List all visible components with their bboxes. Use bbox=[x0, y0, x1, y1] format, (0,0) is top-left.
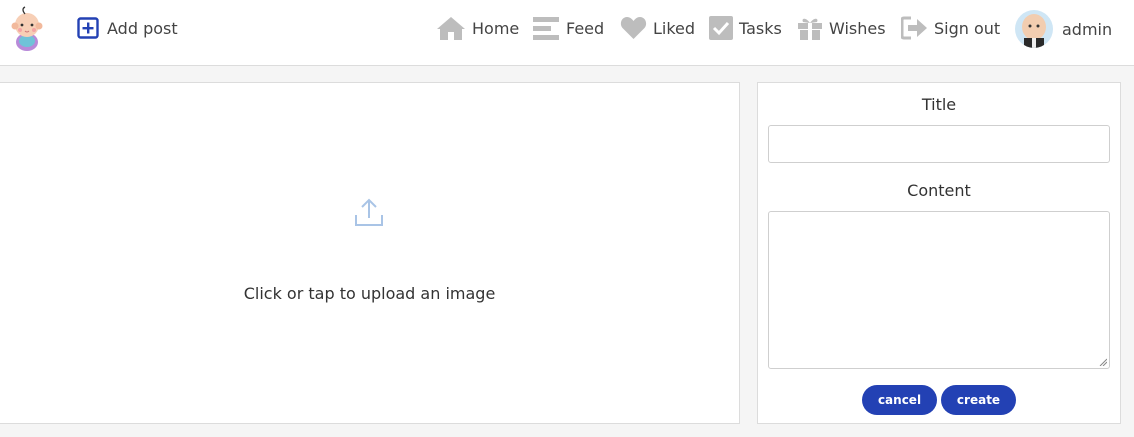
upload-prompt: Click or tap to upload an image bbox=[243, 284, 496, 303]
add-post-button[interactable]: Add post bbox=[77, 16, 178, 40]
heart-icon bbox=[620, 17, 647, 39]
home-icon bbox=[437, 17, 465, 40]
feed-icon bbox=[533, 17, 559, 40]
username: admin bbox=[1062, 19, 1113, 39]
content-label: Content bbox=[907, 181, 971, 200]
nav-tasks-label: Tasks bbox=[739, 18, 782, 38]
nav-sign-out-label: Sign out bbox=[934, 18, 1001, 38]
navbar: Add post Home Feed Liked Tasks Wishes Si… bbox=[0, 0, 1134, 66]
resize-handle-icon[interactable] bbox=[1099, 358, 1107, 366]
create-button[interactable]: create bbox=[941, 385, 1016, 415]
nav-wishes[interactable]: Wishes bbox=[797, 14, 886, 42]
nav-tasks[interactable]: Tasks bbox=[709, 14, 782, 42]
nav-home[interactable]: Home bbox=[436, 14, 519, 42]
upload-icon bbox=[355, 198, 383, 226]
add-post-label: Add post bbox=[107, 18, 178, 38]
post-form: Title Content cancel create bbox=[757, 82, 1121, 424]
plus-square-icon bbox=[77, 17, 99, 39]
nav-liked-label: Liked bbox=[653, 18, 696, 38]
cancel-button[interactable]: cancel bbox=[862, 385, 937, 415]
gift-icon bbox=[798, 18, 822, 40]
content-textarea[interactable] bbox=[768, 211, 1110, 369]
checkbox-icon bbox=[709, 16, 733, 40]
user-menu[interactable]: admin bbox=[1015, 10, 1112, 48]
nav-liked[interactable]: Liked bbox=[620, 14, 695, 42]
nav-wishes-label: Wishes bbox=[829, 18, 886, 38]
title-label: Title bbox=[921, 95, 957, 114]
nav-feed[interactable]: Feed bbox=[533, 14, 604, 42]
image-upload-area[interactable]: Click or tap to upload an image bbox=[0, 82, 740, 424]
sign-out-icon bbox=[901, 16, 927, 40]
nav-home-label: Home bbox=[472, 18, 520, 38]
title-input[interactable] bbox=[768, 125, 1110, 163]
avatar bbox=[1015, 10, 1053, 48]
nav-feed-label: Feed bbox=[566, 18, 605, 38]
nav-sign-out[interactable]: Sign out bbox=[901, 14, 1000, 42]
app-logo[interactable] bbox=[8, 6, 46, 52]
